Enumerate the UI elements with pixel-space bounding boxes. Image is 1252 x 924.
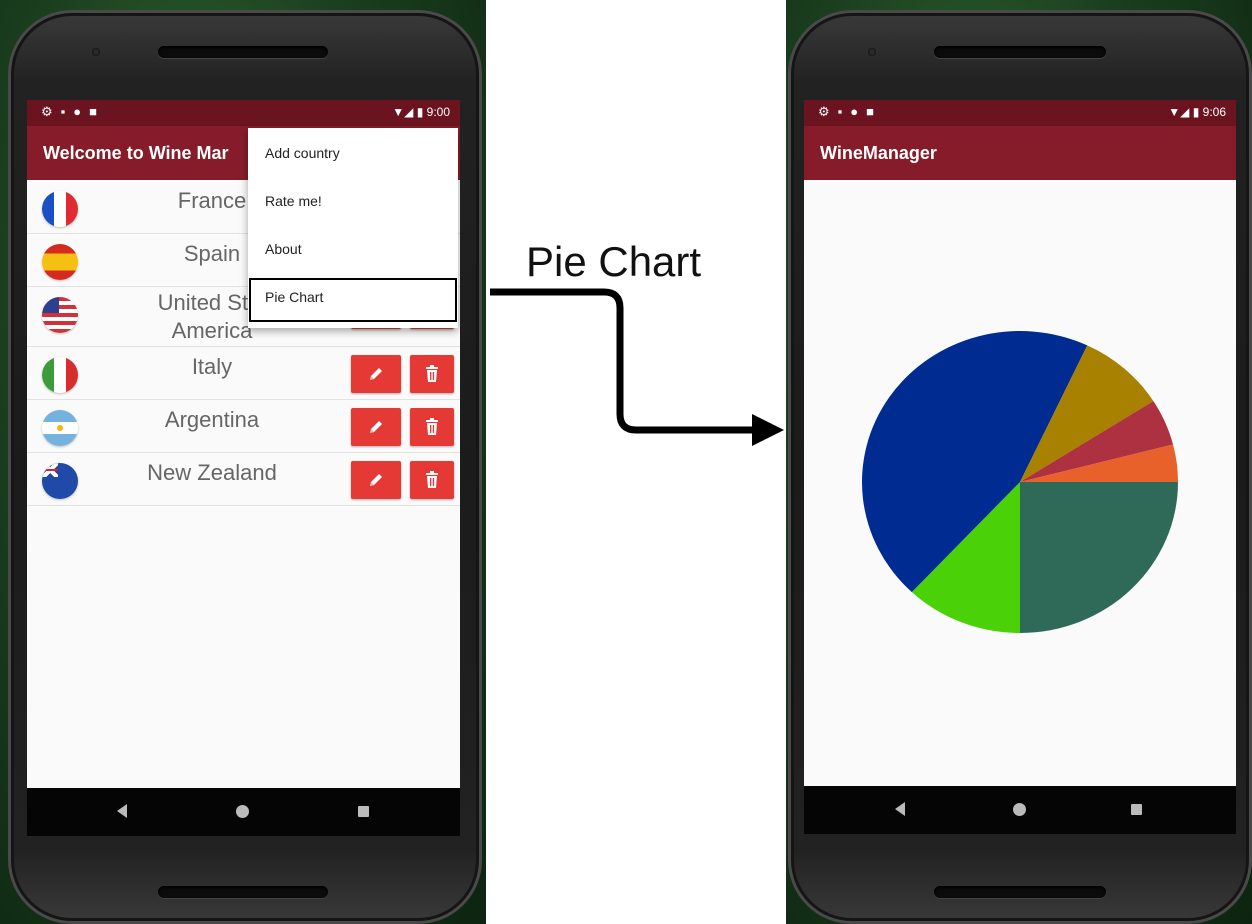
right-screen: ⚙▪●■ ▼◢ ▮ 9:06 WineManager <box>804 100 1236 834</box>
left-screen: ⚙▪●■ ▼◢ ▮ 9:00 Welcome to Wine Mar Franc… <box>27 100 460 836</box>
spain-flag-icon <box>42 244 78 280</box>
list-item[interactable]: New Zealand <box>27 453 460 506</box>
front-camera <box>92 48 100 56</box>
notification-icons: ⚙▪●■ <box>818 104 882 119</box>
list-item[interactable]: Argentina <box>27 400 460 453</box>
menu-item-rate-me[interactable]: Rate me! <box>248 178 458 226</box>
menu-item-add-country[interactable]: Add country <box>248 130 458 178</box>
list-item[interactable]: Italy <box>27 347 460 400</box>
delete-button[interactable] <box>410 408 454 446</box>
home-icon[interactable] <box>236 805 249 818</box>
status-bar: ⚙▪●■ ▼◢ ▮ 9:00 <box>27 100 460 126</box>
france-flag-icon <box>42 191 78 227</box>
back-icon[interactable] <box>117 804 127 818</box>
app-title: WineManager <box>820 143 937 163</box>
pie-slice-1 <box>1020 482 1178 633</box>
bottom-speaker <box>934 886 1106 898</box>
status-time: 9:00 <box>426 105 450 119</box>
app-title: Welcome to Wine Mar <box>43 143 229 163</box>
usa-flag-icon <box>42 297 78 333</box>
top-speaker <box>158 46 328 58</box>
country-name: Italy <box>191 354 233 379</box>
argentina-flag-icon <box>42 410 78 446</box>
edit-button[interactable] <box>351 461 401 499</box>
edit-button[interactable] <box>351 355 401 393</box>
pencil-icon <box>370 421 382 433</box>
top-speaker <box>934 46 1106 58</box>
home-icon[interactable] <box>1013 803 1026 816</box>
edit-button[interactable] <box>351 408 401 446</box>
status-right: ▼◢ ▮ 9:00 <box>392 105 450 119</box>
trash-icon <box>426 365 438 382</box>
recent-apps-icon[interactable] <box>358 806 369 817</box>
menu-item-about[interactable]: About <box>248 226 458 274</box>
status-time: 9:06 <box>1202 105 1226 119</box>
country-name: New Zealand <box>147 460 277 485</box>
status-right: ▼◢ ▮ 9:06 <box>1168 105 1226 119</box>
caption: Pie Chart <box>526 238 702 285</box>
country-name: Argentina <box>164 407 260 432</box>
arrow-icon <box>490 288 784 446</box>
bottom-speaker <box>158 886 328 898</box>
menu-item-label: Add country <box>265 145 340 161</box>
delete-button[interactable] <box>410 355 454 393</box>
trash-icon <box>426 471 438 488</box>
app-toolbar: WineManager <box>804 126 1236 180</box>
android-nav-bar <box>804 786 1236 834</box>
status-bar: ⚙▪●■ ▼◢ ▮ 9:06 <box>804 100 1236 126</box>
pie-chart-highlight-box <box>249 278 457 322</box>
trash-icon <box>426 418 438 435</box>
android-nav-bar <box>27 788 460 836</box>
back-icon[interactable] <box>895 802 905 816</box>
delete-button[interactable] <box>410 461 454 499</box>
menu-item-label: About <box>265 241 302 257</box>
new-zealand-flag-icon <box>42 463 78 499</box>
menu-item-label: Rate me! <box>265 193 322 209</box>
italy-flag-icon <box>42 357 78 393</box>
recent-apps-icon[interactable] <box>1131 804 1142 815</box>
notification-icons: ⚙▪●■ <box>41 104 105 119</box>
pencil-icon <box>370 474 382 486</box>
pencil-icon <box>370 368 382 380</box>
pie-chart <box>862 331 1178 633</box>
front-camera <box>868 48 876 56</box>
